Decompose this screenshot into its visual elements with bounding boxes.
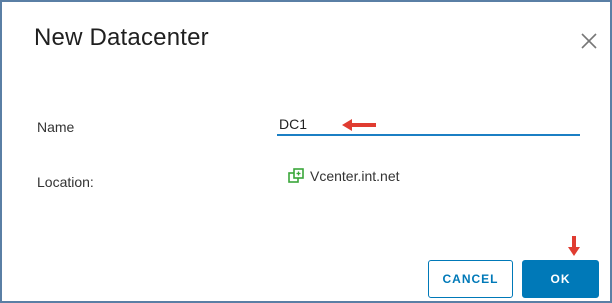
location-value: Vcenter.int.net xyxy=(288,168,400,184)
name-label: Name xyxy=(37,119,75,135)
arrow-annotation-ok xyxy=(568,236,580,256)
cancel-button[interactable]: CANCEL xyxy=(428,260,513,298)
location-label: Location: xyxy=(37,174,94,190)
dialog-title: New Datacenter xyxy=(34,24,209,51)
new-datacenter-dialog: New Datacenter Name Location: Vcenter.in… xyxy=(0,0,612,303)
vcenter-icon xyxy=(288,168,304,183)
close-icon[interactable] xyxy=(580,32,598,50)
name-input[interactable] xyxy=(277,112,580,136)
location-text: Vcenter.int.net xyxy=(310,168,400,184)
arrow-annotation-name xyxy=(342,119,376,131)
ok-button[interactable]: OK xyxy=(522,260,599,298)
